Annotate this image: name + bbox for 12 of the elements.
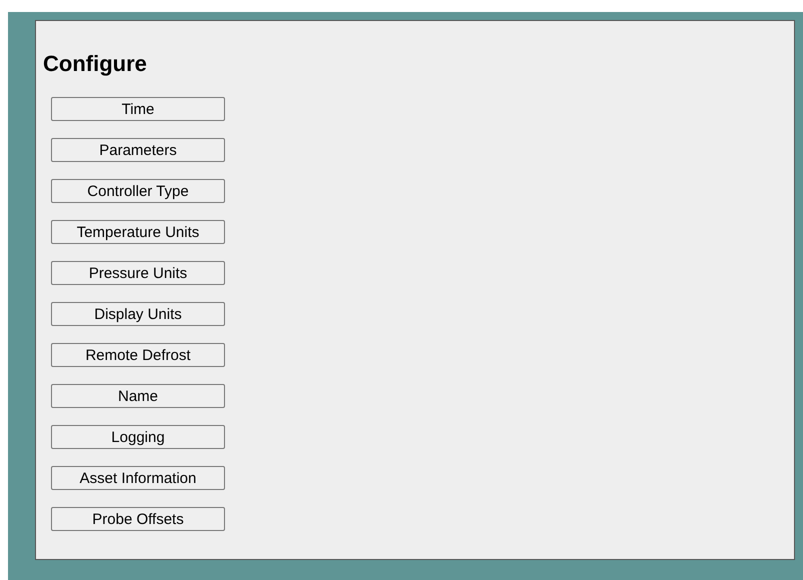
menu-button[interactable]: Remote Defrost	[51, 343, 225, 367]
menu-button[interactable]: Display Units	[51, 302, 225, 326]
menu-button[interactable]: Probe Offsets	[51, 507, 225, 531]
menu-button[interactable]: Temperature Units	[51, 220, 225, 244]
menu-button[interactable]: Logging	[51, 425, 225, 449]
menu-button[interactable]: Controller Type	[51, 179, 225, 203]
menu-button[interactable]: Asset Information	[51, 466, 225, 490]
menu-button[interactable]: Pressure Units	[51, 261, 225, 285]
menu-button[interactable]: Parameters	[51, 138, 225, 162]
menu-button[interactable]: Time	[51, 97, 225, 121]
page-heading: Configure	[43, 51, 148, 77]
menu-button[interactable]: Name	[51, 384, 225, 408]
